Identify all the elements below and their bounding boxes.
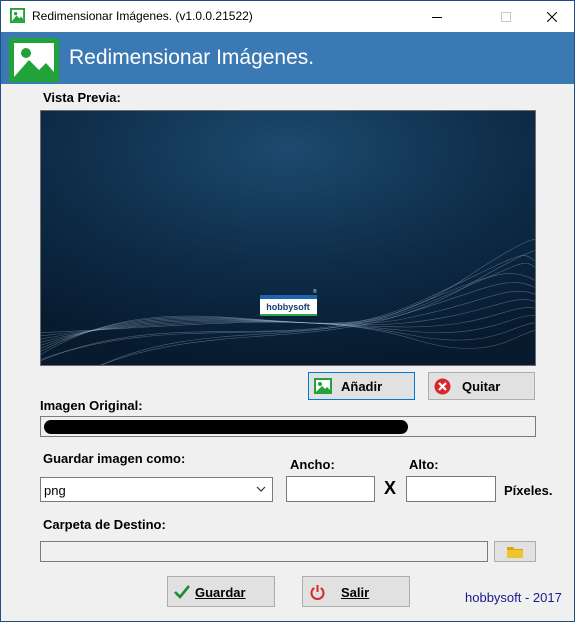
width-input[interactable] [286, 476, 375, 502]
browse-folder-button[interactable] [494, 541, 536, 562]
close-icon [547, 11, 557, 22]
remove-icon [434, 378, 451, 395]
window-title: Redimensionar Imágenes. (v1.0.0.21522) [32, 9, 253, 23]
header-banner: Redimensionar Imágenes. [1, 32, 574, 84]
chevron-down-icon [256, 486, 266, 492]
main-window: Redimensionar Imágenes. (v1.0.0.21522) R… [0, 0, 575, 622]
format-select[interactable]: png [40, 477, 273, 502]
footer-credit: hobbysoft - 2017 [465, 590, 562, 605]
logo-text: hobbysoft [266, 302, 310, 312]
checkmark-icon [174, 585, 190, 599]
logo-mark: ® [313, 288, 317, 295]
height-input[interactable] [406, 476, 496, 502]
folder-icon [507, 546, 523, 558]
exit-button-label: Salir [341, 585, 370, 600]
width-label: Ancho: [290, 457, 335, 472]
header-title: Redimensionar Imágenes. [69, 46, 315, 69]
save-button[interactable]: Guardar [167, 576, 275, 607]
original-image-label: Imagen Original: [40, 398, 143, 413]
maximize-icon [501, 11, 511, 22]
image-icon [314, 378, 332, 394]
redacted-path [44, 420, 408, 434]
maximize-button[interactable] [483, 1, 529, 32]
remove-button[interactable]: Quitar [428, 372, 535, 400]
preview-image: hobbysoft ® [41, 111, 535, 365]
image-preview: hobbysoft ® [40, 110, 536, 366]
add-button[interactable]: Añadir [308, 372, 415, 400]
title-bar[interactable]: Redimensionar Imágenes. (v1.0.0.21522) [1, 1, 574, 32]
close-button[interactable] [529, 1, 574, 32]
save-as-label: Guardar imagen como: [43, 451, 186, 466]
destination-label: Carpeta de Destino: [43, 517, 166, 532]
minimize-button[interactable] [414, 1, 460, 32]
minimize-icon [432, 16, 442, 18]
add-button-label: Añadir [341, 379, 383, 394]
power-icon [310, 585, 325, 600]
height-label: Alto: [409, 457, 439, 472]
preview-label: Vista Previa: [43, 90, 121, 105]
times-sign: X [384, 478, 397, 498]
format-select-value: png [44, 483, 66, 498]
exit-button[interactable]: Salir [302, 576, 410, 607]
save-button-label: Guardar [195, 585, 246, 600]
pixels-label: Píxeles. [504, 483, 553, 498]
app-image-icon [10, 8, 25, 23]
header-image-icon [9, 38, 59, 82]
remove-button-label: Quitar [462, 379, 501, 394]
destination-path [40, 541, 488, 562]
